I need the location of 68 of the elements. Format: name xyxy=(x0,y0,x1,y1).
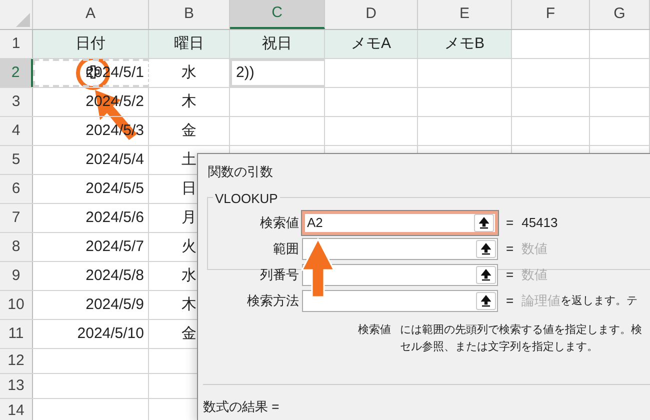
equals-sign: = xyxy=(506,292,514,310)
table-cell[interactable]: 金 xyxy=(149,117,230,145)
argument-result: 論理値 xyxy=(522,292,561,310)
collapse-button[interactable] xyxy=(476,266,496,284)
table-cell[interactable]: 2024/5/6 xyxy=(33,204,149,232)
formula-result: 数式の結果 = xyxy=(203,398,280,416)
table-cell[interactable]: 2024/5/4 xyxy=(33,146,149,174)
table-cell[interactable]: 2024/5/10 xyxy=(33,320,149,348)
help-text: セル参照、または文字列を指定します。 xyxy=(400,340,599,354)
column-header[interactable]: G xyxy=(590,0,650,29)
equals-sign: = xyxy=(506,240,514,258)
argument-label: 検索値 xyxy=(259,214,300,232)
equals-sign: = xyxy=(506,214,514,232)
argument-field[interactable]: A2 xyxy=(302,211,498,235)
table-cell[interactable]: 水 xyxy=(149,59,230,87)
table-cell[interactable]: 日付 xyxy=(33,30,149,58)
table-cell[interactable]: 木 xyxy=(149,88,230,116)
collapse-button[interactable] xyxy=(476,240,496,258)
upload-arrow-icon xyxy=(481,269,491,281)
field-value: A2 xyxy=(307,215,323,230)
argument-note: を返します。テ xyxy=(560,294,638,309)
row-header[interactable]: 11 xyxy=(0,320,33,348)
table-cell[interactable]: メモB xyxy=(418,30,512,58)
argument-field[interactable] xyxy=(302,290,498,312)
argument-result: 数値 xyxy=(522,266,548,284)
row-header[interactable]: 12 xyxy=(0,349,33,373)
upload-arrow-icon xyxy=(481,295,491,307)
argument-field[interactable] xyxy=(302,238,498,260)
row-header[interactable]: 5 xyxy=(0,146,33,174)
collapse-button[interactable] xyxy=(474,214,494,232)
row-header[interactable]: 4 xyxy=(0,117,33,145)
table-cell[interactable]: 2024/5/7 xyxy=(33,233,149,261)
table-cell[interactable]: 2024/5/8 xyxy=(33,262,149,290)
row-header[interactable]: 14 xyxy=(0,399,33,420)
argument-label: 範囲 xyxy=(272,240,300,258)
argument-result: 数値 xyxy=(522,240,548,258)
pointer-arrow xyxy=(301,238,335,298)
column-header[interactable]: F xyxy=(512,0,590,29)
argument-label: 検索方法 xyxy=(246,292,300,310)
row-header[interactable]: 6 xyxy=(0,175,33,203)
upload-arrow-icon xyxy=(481,243,491,255)
row-header[interactable]: 9 xyxy=(0,262,33,290)
triangle-icon xyxy=(16,13,30,27)
table-cell[interactable]: 祝日 xyxy=(230,30,325,58)
active-cell[interactable]: 2)) xyxy=(230,59,325,87)
table-cell[interactable]: 曜日 xyxy=(149,30,230,58)
column-header[interactable]: E xyxy=(418,0,512,29)
help-text: には範囲の先頭列で検索する値を指定します。検 xyxy=(400,322,642,338)
column-header[interactable]: D xyxy=(325,0,418,29)
argument-result: 45413 xyxy=(522,214,558,232)
column-header[interactable]: C xyxy=(230,0,325,29)
row-header[interactable]: 7 xyxy=(0,204,33,232)
table-cell[interactable]: 2024/5/5 xyxy=(33,175,149,203)
row-header[interactable]: 2 xyxy=(0,59,33,87)
table-cell[interactable]: 2024/5/9 xyxy=(33,291,149,319)
column-header[interactable]: A xyxy=(33,0,149,29)
help-label: 検索値 xyxy=(358,322,392,338)
upload-arrow-icon xyxy=(479,217,489,229)
argument-field[interactable] xyxy=(302,264,498,286)
row-header[interactable]: 1 xyxy=(0,30,33,58)
row-header[interactable]: 10 xyxy=(0,291,33,319)
equals-sign: = xyxy=(506,266,514,284)
table-cell[interactable]: メモA xyxy=(325,30,418,58)
collapse-button[interactable] xyxy=(476,292,496,310)
row-header[interactable]: 8 xyxy=(0,233,33,261)
row-header[interactable]: 13 xyxy=(0,374,33,398)
argument-label: 列番号 xyxy=(259,266,300,284)
row-header[interactable]: 3 xyxy=(0,88,33,116)
